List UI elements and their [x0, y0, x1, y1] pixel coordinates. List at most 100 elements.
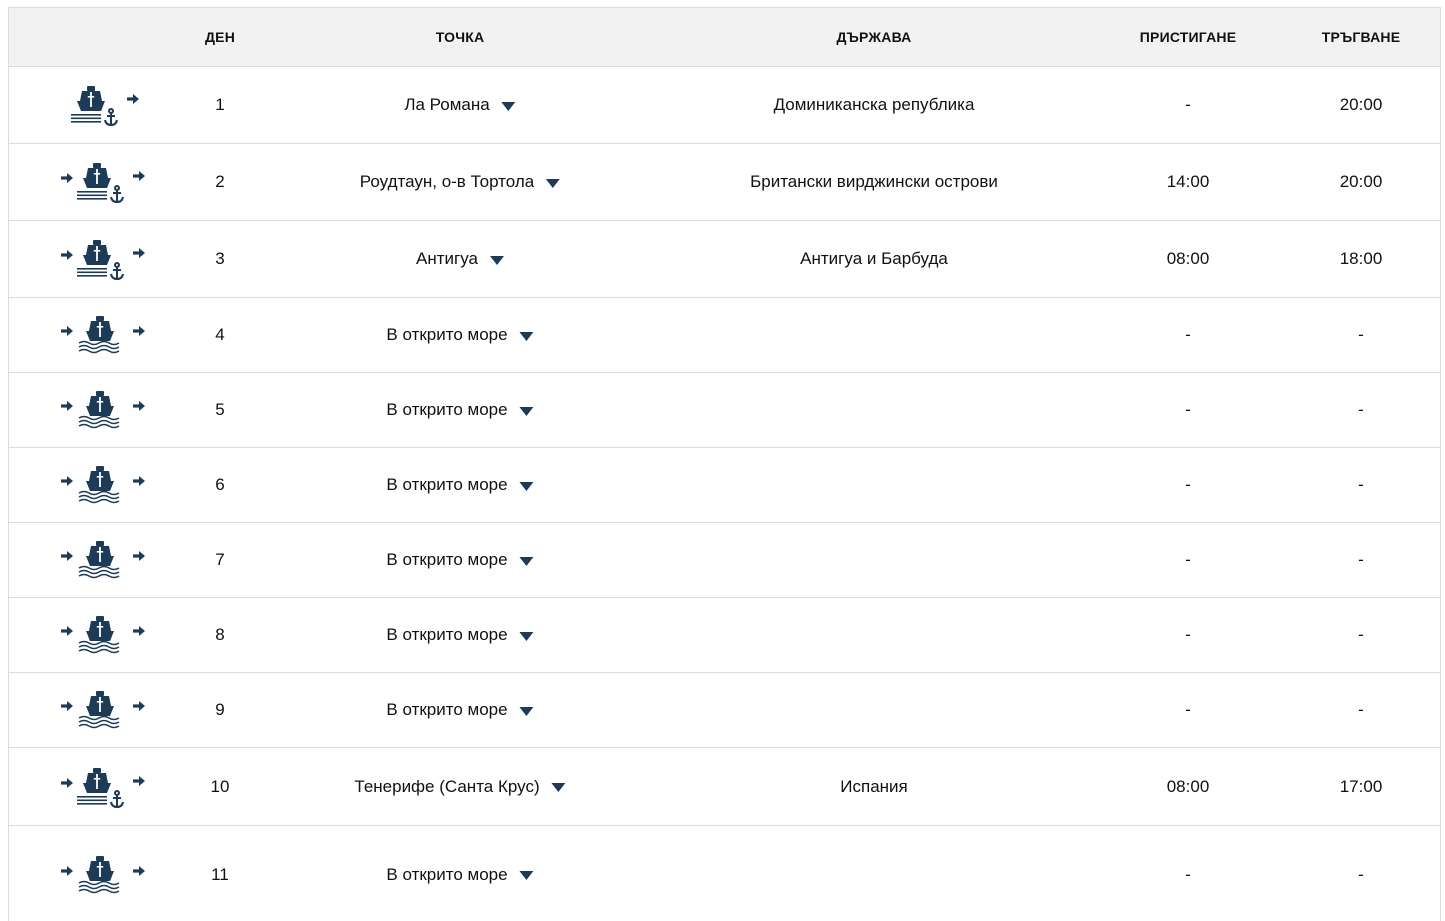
port-name[interactable]: Антигуа — [416, 249, 478, 269]
port-name[interactable]: В открито море — [386, 700, 507, 720]
port-cell: В открито море — [386, 325, 534, 345]
departure-time: - — [1358, 625, 1364, 644]
day-number: 9 — [215, 700, 225, 719]
caret-down-icon[interactable] — [519, 556, 534, 566]
port-cell: В открито море — [386, 475, 534, 495]
table-row: 4 В открито море - - — [9, 298, 1440, 373]
header-departure: ТРЪГВАНЕ — [1321, 29, 1401, 45]
route-icon-cell — [55, 763, 145, 811]
arrival-time: 14:00 — [1166, 172, 1210, 191]
route-icon-cell — [55, 461, 145, 509]
port-name[interactable]: Ла Романа — [404, 95, 489, 115]
port-cell: В открито море — [386, 865, 534, 885]
route-icon-cell — [55, 81, 145, 129]
day-number: 6 — [215, 475, 225, 494]
arrival-time: 08:00 — [1166, 776, 1210, 796]
departure-time: - — [1358, 475, 1364, 494]
port-dropdown[interactable]: В открито море — [386, 400, 534, 420]
caret-down-icon[interactable] — [501, 101, 516, 111]
table-header: ДЕН ТОЧКА ДЪРЖАВА ПРИСТИГАНЕ ТРЪГВАНЕ — [9, 8, 1440, 67]
caret-down-icon[interactable] — [519, 871, 534, 880]
day-number: 7 — [215, 550, 225, 569]
route-icon-cell — [55, 536, 145, 584]
arrival-time: - — [1185, 95, 1191, 114]
header-port: ТОЧКА — [435, 29, 485, 45]
table-row: 11 В открито море - - — [9, 826, 1440, 921]
port-name[interactable]: Тенерифе (Санта Крус) — [354, 777, 539, 797]
port-stop-icon — [61, 163, 145, 204]
port-name[interactable]: В открито море — [386, 475, 507, 495]
caret-down-icon[interactable] — [519, 706, 534, 716]
at-sea-icon — [61, 316, 145, 354]
table-row: 7 В открито море - - — [9, 523, 1440, 598]
caret-down-icon[interactable] — [519, 631, 534, 641]
table-row: 9 В открито море - - — [9, 673, 1440, 748]
table-row: 2 Роудтаун, о-в Тортола Британски вирджи… — [9, 144, 1440, 221]
port-cell: В открито море — [386, 400, 534, 420]
port-name[interactable]: Роудтаун, о-в Тортола — [360, 172, 534, 192]
country-name: Испания — [840, 776, 908, 796]
day-number: 11 — [211, 864, 229, 884]
port-dropdown[interactable]: В открито море — [386, 865, 534, 885]
day-number: 8 — [215, 625, 225, 644]
itinerary-table: ДЕН ТОЧКА ДЪРЖАВА ПРИСТИГАНЕ ТРЪГВАНЕ 1 … — [8, 7, 1441, 921]
port-dropdown[interactable]: В открито море — [386, 475, 534, 495]
day-number: 5 — [215, 400, 225, 419]
port-dropdown[interactable]: В открито море — [386, 550, 534, 570]
caret-down-icon[interactable] — [519, 481, 534, 491]
port-dropdown[interactable]: Роудтаун, о-в Тортола — [360, 172, 561, 192]
port-name[interactable]: В открито море — [386, 325, 507, 345]
table-row: 5 В открито море - - — [9, 373, 1440, 448]
port-dropdown[interactable]: В открито море — [386, 625, 534, 645]
departure-time: - — [1358, 864, 1364, 884]
day-number: 1 — [215, 95, 225, 114]
arrival-time: - — [1185, 625, 1191, 644]
route-icon-cell — [55, 851, 145, 899]
port-name[interactable]: В открито море — [386, 400, 507, 420]
at-sea-icon — [61, 541, 145, 579]
at-sea-icon — [61, 855, 145, 893]
arrival-time: - — [1185, 475, 1191, 494]
table-row: 8 В открито море - - — [9, 598, 1440, 673]
departure-time: 17:00 — [1339, 776, 1383, 796]
arrival-time: - — [1185, 550, 1191, 569]
header-day: ДЕН — [204, 29, 236, 45]
port-dropdown[interactable]: В открито море — [386, 325, 534, 345]
table-row: 1 Ла Романа Доминиканска република - 20:… — [9, 67, 1440, 144]
day-number: 4 — [215, 325, 225, 344]
caret-down-icon[interactable] — [551, 783, 566, 792]
port-name[interactable]: В открито море — [386, 865, 507, 885]
caret-down-icon[interactable] — [519, 331, 534, 341]
route-icon-cell — [55, 235, 145, 283]
day-number: 10 — [210, 776, 230, 796]
port-dropdown[interactable]: Ла Романа — [404, 95, 516, 115]
arrival-time: - — [1185, 325, 1191, 344]
table-row: 3 Антигуа Антигуа и Барбуда 08:00 18:00 — [9, 221, 1440, 298]
port-cell: В открито море — [386, 700, 534, 720]
port-name[interactable]: В открито море — [386, 550, 507, 570]
port-dropdown[interactable]: В открито море — [386, 700, 534, 720]
header-arrival: ПРИСТИГАНЕ — [1139, 29, 1237, 45]
departure-time: 20:00 — [1339, 172, 1383, 191]
departure-time: - — [1358, 550, 1364, 569]
route-icon-cell — [55, 386, 145, 434]
port-stop-icon — [61, 240, 145, 281]
day-number: 2 — [215, 172, 225, 191]
caret-down-icon[interactable] — [489, 255, 504, 265]
port-dropdown[interactable]: Антигуа — [416, 249, 504, 269]
at-sea-icon — [61, 691, 145, 729]
port-dropdown[interactable]: Тенерифе (Санта Крус) — [354, 777, 566, 797]
port-name[interactable]: В открито море — [386, 625, 507, 645]
at-sea-icon — [61, 616, 145, 654]
caret-down-icon[interactable] — [519, 406, 534, 416]
at-sea-icon — [61, 466, 145, 504]
caret-down-icon[interactable] — [546, 178, 561, 188]
port-cell: Роудтаун, о-в Тортола — [360, 172, 561, 192]
port-cell: В открито море — [386, 625, 534, 645]
departure-time: - — [1358, 325, 1364, 344]
route-icon-cell — [55, 158, 145, 206]
arrival-time: - — [1185, 400, 1191, 419]
country-name: Антигуа и Барбуда — [800, 249, 948, 268]
departure-time: 20:00 — [1339, 95, 1383, 114]
country-name: Британски вирджински острови — [750, 172, 998, 191]
